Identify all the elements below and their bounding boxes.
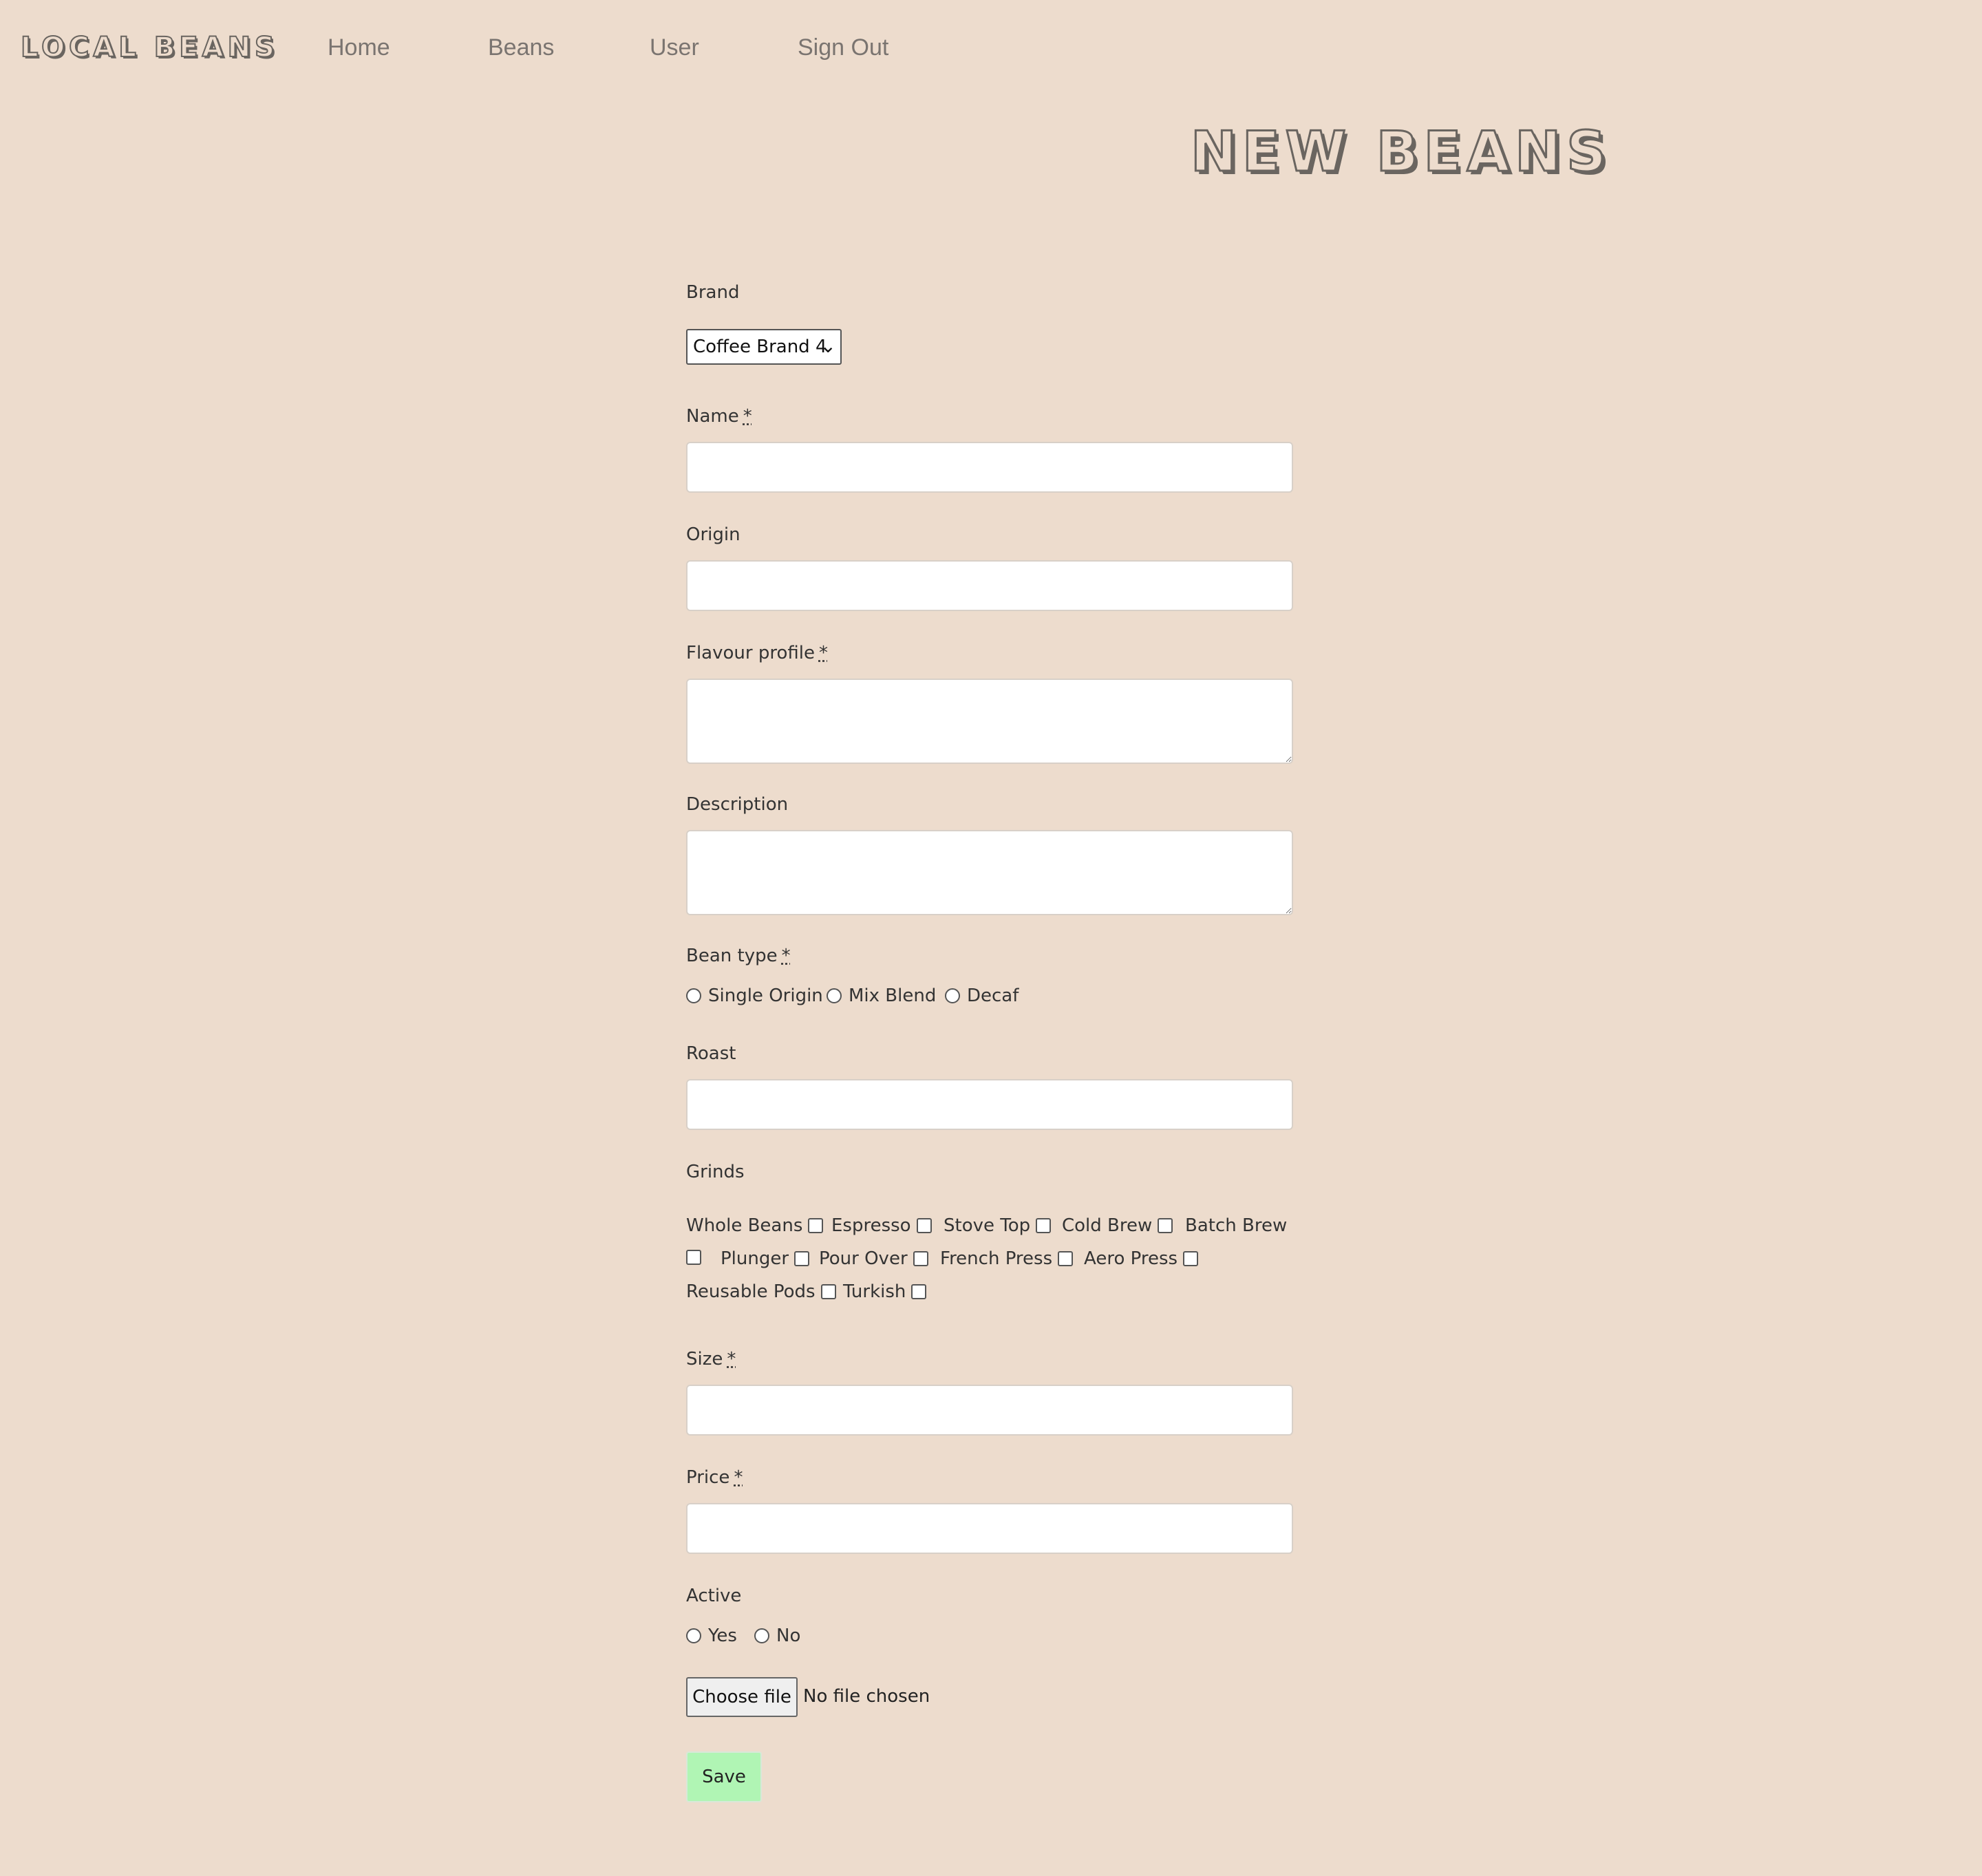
save-button[interactable]: Save <box>686 1751 762 1802</box>
size-label: Size * <box>686 1349 736 1369</box>
name-input[interactable] <box>686 442 1293 493</box>
option-label: No <box>776 1625 801 1646</box>
chevron-down-icon: ⌄ <box>820 334 836 357</box>
brand-label: Brand <box>686 282 740 303</box>
bean-type-label-text: Bean type <box>686 946 778 966</box>
option-label: Single Origin <box>708 985 823 1006</box>
origin-input[interactable] <box>686 560 1293 611</box>
bean-type-label: Bean type * <box>686 946 791 966</box>
origin-label: Origin <box>686 524 740 545</box>
active-label: Active <box>686 1586 742 1606</box>
grind-option-stove-top[interactable]: Stove Top <box>944 1215 1052 1236</box>
grind-option-whole-beans[interactable]: Whole Beans <box>686 1215 824 1236</box>
grinds-label: Grinds <box>686 1162 745 1182</box>
radio-button[interactable] <box>686 988 701 1003</box>
option-label: Whole Beans <box>686 1215 803 1236</box>
grind-option-batch-brew[interactable]: Batch Brew <box>1185 1215 1287 1236</box>
bean-type-option-decaf[interactable]: Decaf <box>945 985 1019 1006</box>
grind-option-reusable-pods[interactable]: Reusable Pods <box>686 1281 836 1302</box>
required-marker: * <box>781 946 791 966</box>
price-label: Price * <box>686 1467 743 1488</box>
flavour-profile-textarea[interactable] <box>686 679 1293 764</box>
option-label: Yes <box>708 1625 737 1646</box>
grind-option-espresso[interactable]: Espresso <box>831 1215 932 1236</box>
option-label: Cold Brew <box>1062 1215 1153 1236</box>
price-label-text: Price <box>686 1467 730 1488</box>
checkbox[interactable] <box>1058 1251 1074 1266</box>
option-label: Plunger <box>721 1248 789 1269</box>
option-label: Turkish <box>843 1281 906 1302</box>
batch-brew-checkbox[interactable] <box>686 1250 701 1265</box>
required-marker: * <box>818 643 828 663</box>
brand-select[interactable]: Coffee Brand 4 ⌄ <box>686 329 842 365</box>
description-label: Description <box>686 794 789 815</box>
flavour-profile-label: Flavour profile * <box>686 643 828 663</box>
grind-option-french-press[interactable]: French Press <box>940 1248 1074 1269</box>
bean-type-option-mix-blend[interactable]: Mix Blend <box>827 985 936 1006</box>
option-label: Decaf <box>967 985 1019 1006</box>
active-option-yes[interactable]: Yes <box>686 1625 737 1646</box>
price-input[interactable] <box>686 1503 1293 1554</box>
required-marker: * <box>727 1349 736 1369</box>
grind-option-aero-press[interactable]: Aero Press <box>1084 1248 1199 1269</box>
radio-button[interactable] <box>945 988 960 1003</box>
checkbox[interactable] <box>1036 1218 1052 1233</box>
checkbox[interactable] <box>1183 1251 1199 1266</box>
checkbox[interactable] <box>794 1251 810 1266</box>
option-label: Batch Brew <box>1185 1215 1288 1236</box>
flavour-profile-label-text: Flavour profile <box>686 643 815 663</box>
page-title: NEW BEANS <box>1190 119 1612 185</box>
option-label: French Press <box>940 1248 1053 1269</box>
checkbox[interactable] <box>820 1284 836 1299</box>
checkbox[interactable] <box>916 1218 932 1233</box>
option-label: Pour Over <box>819 1248 908 1269</box>
nav-link-beans[interactable]: Beans <box>488 34 554 61</box>
roast-label: Roast <box>686 1043 736 1064</box>
option-label: Espresso <box>831 1215 911 1236</box>
checkbox[interactable] <box>808 1218 824 1233</box>
checkbox[interactable] <box>911 1284 927 1299</box>
option-label: Aero Press <box>1084 1248 1178 1269</box>
bean-type-option-single-origin[interactable]: Single Origin <box>686 985 823 1006</box>
description-textarea[interactable] <box>686 830 1293 915</box>
active-option-no[interactable]: No <box>754 1625 800 1646</box>
size-input[interactable] <box>686 1385 1293 1436</box>
checkbox[interactable] <box>913 1251 928 1266</box>
grind-option-pour-over[interactable]: Pour Over <box>819 1248 928 1269</box>
option-label: Reusable Pods <box>686 1281 816 1302</box>
choose-file-button[interactable]: Choose file <box>686 1677 798 1717</box>
required-marker: * <box>743 406 752 427</box>
option-label: Mix Blend <box>849 985 937 1006</box>
brand-select-value: Coffee Brand 4 <box>693 337 827 357</box>
radio-button[interactable] <box>754 1628 769 1643</box>
name-label-text: Name <box>686 406 739 427</box>
file-status-text: No file chosen <box>803 1686 930 1707</box>
required-marker: * <box>734 1467 743 1488</box>
top-nav: LOCAL BEANS Home Beans User Sign Out <box>0 0 1982 103</box>
name-label: Name * <box>686 406 752 427</box>
roast-input[interactable] <box>686 1079 1293 1130</box>
nav-link-home[interactable]: Home <box>328 34 390 61</box>
grind-option-plunger[interactable]: Plunger <box>721 1248 810 1269</box>
grind-option-cold-brew[interactable]: Cold Brew <box>1062 1215 1173 1236</box>
checkbox[interactable] <box>1158 1218 1173 1233</box>
nav-link-user[interactable]: User <box>650 34 699 61</box>
nav-link-sign-out[interactable]: Sign Out <box>798 34 888 61</box>
radio-button[interactable] <box>686 1628 701 1643</box>
size-label-text: Size <box>686 1349 723 1369</box>
logo[interactable]: LOCAL BEANS <box>20 31 279 64</box>
option-label: Stove Top <box>944 1215 1031 1236</box>
grind-option-turkish[interactable]: Turkish <box>843 1281 927 1302</box>
radio-button[interactable] <box>827 988 842 1003</box>
